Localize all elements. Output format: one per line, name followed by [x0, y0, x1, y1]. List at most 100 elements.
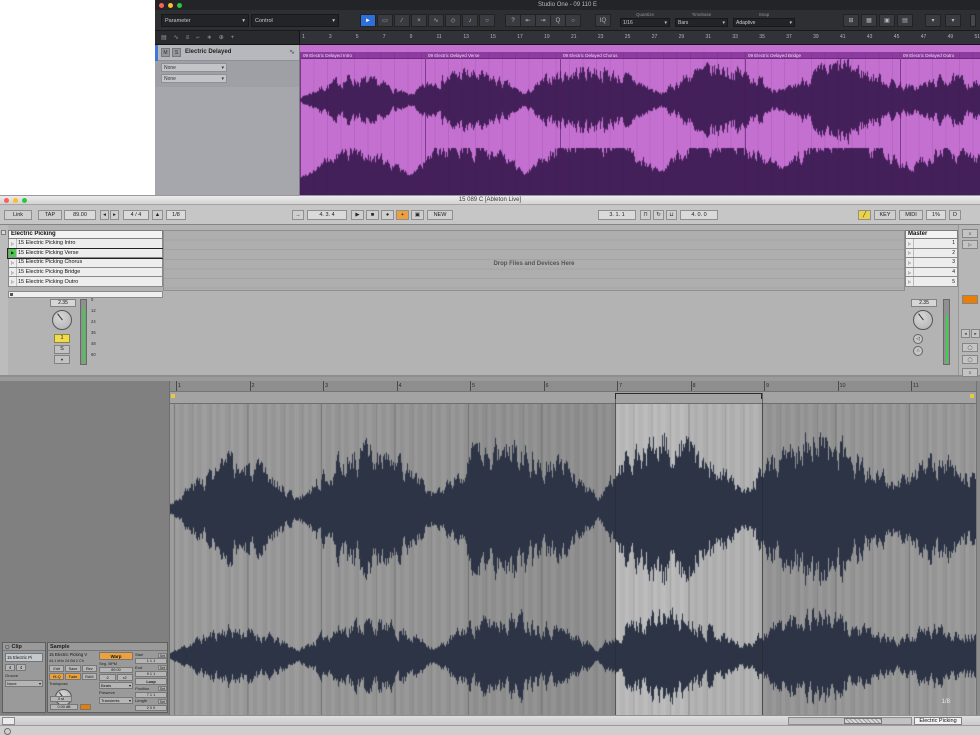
overview-scrollbar[interactable]	[788, 717, 912, 725]
clip-slot[interactable]: ▷15 Electric Picking Outro	[8, 277, 163, 287]
quantization-select[interactable]: 1/8	[166, 210, 186, 220]
io-toggle-icon[interactable]	[1, 230, 6, 235]
editor-scrollbar[interactable]	[976, 381, 980, 715]
reverse-button[interactable]: Rev	[82, 665, 97, 672]
clip-gain-value[interactable]: 0.00 dB	[50, 704, 78, 710]
speaker-icon[interactable]: ◁	[913, 334, 923, 344]
track-value-field[interactable]: 2.35	[50, 299, 76, 307]
end-set-button[interactable]: Set	[158, 665, 167, 670]
s1-track-toolbar-icon-6[interactable]: ⊕	[219, 34, 224, 41]
close-button[interactable]	[159, 3, 164, 8]
clip-launch-icon[interactable]: ▷	[9, 239, 17, 248]
input-quantize-button[interactable]: IQ	[595, 14, 611, 27]
s1-toolbar-icon-5[interactable]: ○	[565, 14, 581, 27]
transpose-value[interactable]: 0 st	[50, 696, 72, 702]
nudge-down-button[interactable]: ◂	[100, 210, 109, 220]
loop-start-field[interactable]: 3. 1. 1	[598, 210, 636, 220]
clip-slot[interactable]: ▶15 Electric Picking Verse	[8, 249, 163, 259]
midi-map-button[interactable]: MIDI	[899, 210, 923, 220]
status-left-box[interactable]	[2, 717, 15, 725]
s1-tool-5-button[interactable]: ∿	[428, 14, 444, 27]
s1-view-icon-1[interactable]: ⊞	[843, 14, 859, 27]
s1-track-toolbar-icon-7[interactable]: +	[231, 35, 235, 41]
edit-button[interactable]: Edit	[49, 665, 64, 672]
zoom-button[interactable]	[177, 3, 182, 8]
s1-track-toolbar-icon-5[interactable]: ∗	[207, 34, 212, 41]
s1-tool-2-button[interactable]: ▭	[377, 14, 393, 27]
scene-launch-icon[interactable]: ▷	[906, 249, 914, 258]
scene-slot[interactable]: ▷1	[905, 239, 958, 249]
scene-launch-icon[interactable]: ▷	[906, 239, 914, 248]
end-marker[interactable]	[970, 394, 974, 398]
s1-toolbar-icon-2[interactable]: ⇤	[520, 14, 536, 27]
solo-button[interactable]: S	[172, 48, 181, 57]
length-set-button[interactable]: Set	[158, 699, 167, 704]
timebase-select[interactable]: Bars ▾	[675, 18, 728, 27]
start-marker[interactable]	[171, 394, 175, 398]
close-button[interactable]	[4, 198, 9, 203]
session-side-button-5[interactable]: ▸	[971, 329, 980, 338]
punch-in-button[interactable]: ⊓	[640, 210, 651, 220]
transients-select[interactable]: Transients ▾	[99, 697, 133, 704]
parameter-dropdown[interactable]: Parameter ▾	[161, 14, 249, 27]
s1-tool-7-button[interactable]: ♪	[462, 14, 478, 27]
punch-out-button[interactable]: ⊔	[666, 210, 677, 220]
audio-event[interactable]: 09 Electric Delayed Verse	[425, 52, 560, 195]
link-button[interactable]: Link	[4, 210, 32, 220]
session-side-button-7[interactable]: ◯	[962, 355, 978, 364]
audio-event[interactable]: 09 Electric Delayed Intro	[300, 52, 425, 195]
preview-value-field[interactable]: 2.35	[911, 299, 937, 307]
s1-tool-6-button[interactable]: ◇	[445, 14, 461, 27]
s1-view-icon-4[interactable]: ▤	[897, 14, 913, 27]
fade-button[interactable]: Fade	[65, 673, 80, 680]
scene-launch-icon[interactable]: ▷	[906, 258, 914, 267]
s1-track-toolbar-icon-2[interactable]: ∿	[174, 34, 179, 41]
show-hide-circle-icon[interactable]	[4, 728, 11, 735]
clip-launch-icon[interactable]: ▷	[9, 258, 17, 267]
master-header[interactable]: Master	[905, 230, 958, 239]
quantize-select[interactable]: 1/16 ▾	[620, 18, 670, 27]
signature-numerator-field[interactable]: 4	[5, 664, 15, 671]
audio-event[interactable]: 09 Electric Delayed Outro	[900, 52, 980, 195]
s1-view-icon-3[interactable]: ▣	[879, 14, 895, 27]
follow-button[interactable]: →	[292, 210, 304, 220]
scene-slot[interactable]: ▷4	[905, 268, 958, 278]
sample-waveform[interactable]	[170, 404, 976, 715]
arrangement-area[interactable]: 09 Electric Delayed Intro09 Electric Del…	[300, 45, 980, 195]
clip-name-field[interactable]: 15 Electric Pi	[5, 653, 43, 662]
overdub-button[interactable]: +	[396, 210, 409, 220]
warp-mode-select[interactable]: Beats ▾	[99, 682, 133, 689]
save-button[interactable]: Save	[65, 665, 80, 672]
headphone-icon[interactable]: ∩	[913, 346, 923, 356]
start-value[interactable]: 1 1 1	[135, 658, 167, 664]
scene-slot[interactable]: ▷5	[905, 277, 958, 287]
end-value[interactable]: 9 1 1	[135, 671, 167, 677]
play-button[interactable]: ▶	[351, 210, 364, 220]
gain-indicator[interactable]	[80, 704, 91, 710]
draw-mode-button[interactable]: ╱	[858, 210, 871, 220]
input-select[interactable]: None ▾	[161, 63, 227, 72]
loop-length-value[interactable]: 2 0 0	[135, 705, 167, 711]
tempo-field[interactable]: 89.00	[64, 210, 96, 220]
preview-knob[interactable]	[913, 310, 933, 330]
studio-one-titlebar[interactable]: Studio One - 09 110 E	[155, 0, 980, 10]
ram-button[interactable]: RAM	[82, 673, 97, 680]
groove-select[interactable]: None ▾	[5, 680, 43, 687]
scene-launch-icon[interactable]: ▷	[906, 268, 914, 277]
stop-button[interactable]: ■	[366, 210, 379, 220]
minimize-button[interactable]	[13, 198, 18, 203]
snap-select[interactable]: Adaptive ▾	[733, 18, 795, 27]
session-side-button-6[interactable]: ◯	[962, 343, 978, 352]
arm-button[interactable]: ●	[54, 355, 70, 364]
scene-slot[interactable]: ▷2	[905, 249, 958, 259]
half-tempo-button[interactable]: :2	[99, 674, 116, 681]
nudge-up-button[interactable]: ▸	[110, 210, 119, 220]
signature-denominator-field[interactable]: 4	[16, 664, 26, 671]
s1-view-icon-2[interactable]: ▦	[861, 14, 877, 27]
minimize-button[interactable]	[168, 3, 173, 8]
session-side-button-3[interactable]	[962, 295, 978, 304]
tap-tempo-button[interactable]: TAP	[38, 210, 62, 220]
s1-toolbar-edge-button[interactable]	[970, 14, 976, 27]
audio-event[interactable]: 09 Electric Delayed Chorus	[560, 52, 745, 195]
control-dropdown[interactable]: Control ▾	[251, 14, 339, 27]
